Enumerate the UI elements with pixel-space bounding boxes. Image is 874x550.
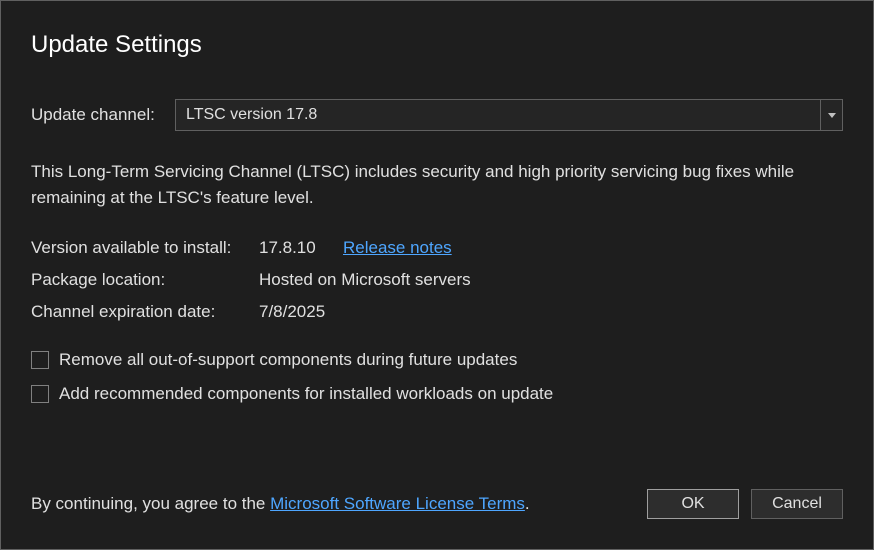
chevron-down-icon[interactable] (820, 100, 842, 130)
add-recommended-checkbox[interactable] (31, 385, 49, 403)
channel-row: Update channel: LTSC version 17.8 (31, 99, 843, 131)
remove-components-row: Remove all out-of-support components dur… (31, 350, 843, 370)
update-settings-dialog: Update Settings Update channel: LTSC ver… (0, 0, 874, 550)
license-terms-link[interactable]: Microsoft Software License Terms (270, 494, 525, 513)
agree-suffix: . (525, 494, 530, 513)
cancel-button[interactable]: Cancel (751, 489, 843, 519)
info-grid: Version available to install: 17.8.10 Re… (31, 238, 843, 322)
add-recommended-row: Add recommended components for installed… (31, 384, 843, 404)
agree-prefix: By continuing, you agree to the (31, 494, 270, 513)
channel-description: This Long-Term Servicing Channel (LTSC) … (31, 159, 843, 210)
agree-text: By continuing, you agree to the Microsof… (31, 494, 530, 514)
version-available-row: Version available to install: 17.8.10 Re… (31, 238, 843, 258)
expiration-value: 7/8/2025 (259, 302, 325, 322)
package-location-label: Package location: (31, 270, 259, 290)
release-notes-link[interactable]: Release notes (343, 238, 452, 258)
expiration-row: Channel expiration date: 7/8/2025 (31, 302, 843, 322)
package-location-value: Hosted on Microsoft servers (259, 270, 471, 290)
remove-components-label: Remove all out-of-support components dur… (59, 350, 517, 370)
channel-select-value: LTSC version 17.8 (176, 100, 820, 130)
channel-select[interactable]: LTSC version 17.8 (175, 99, 843, 131)
add-recommended-label: Add recommended components for installed… (59, 384, 553, 404)
remove-components-checkbox[interactable] (31, 351, 49, 369)
channel-label: Update channel: (31, 105, 175, 125)
version-available-label: Version available to install: (31, 238, 259, 258)
expiration-label: Channel expiration date: (31, 302, 259, 322)
package-location-row: Package location: Hosted on Microsoft se… (31, 270, 843, 290)
page-title: Update Settings (31, 31, 843, 59)
ok-button[interactable]: OK (647, 489, 739, 519)
footer-buttons: OK Cancel (647, 489, 843, 519)
version-available-value: 17.8.10 (259, 238, 343, 258)
footer-row: By continuing, you agree to the Microsof… (31, 489, 843, 519)
